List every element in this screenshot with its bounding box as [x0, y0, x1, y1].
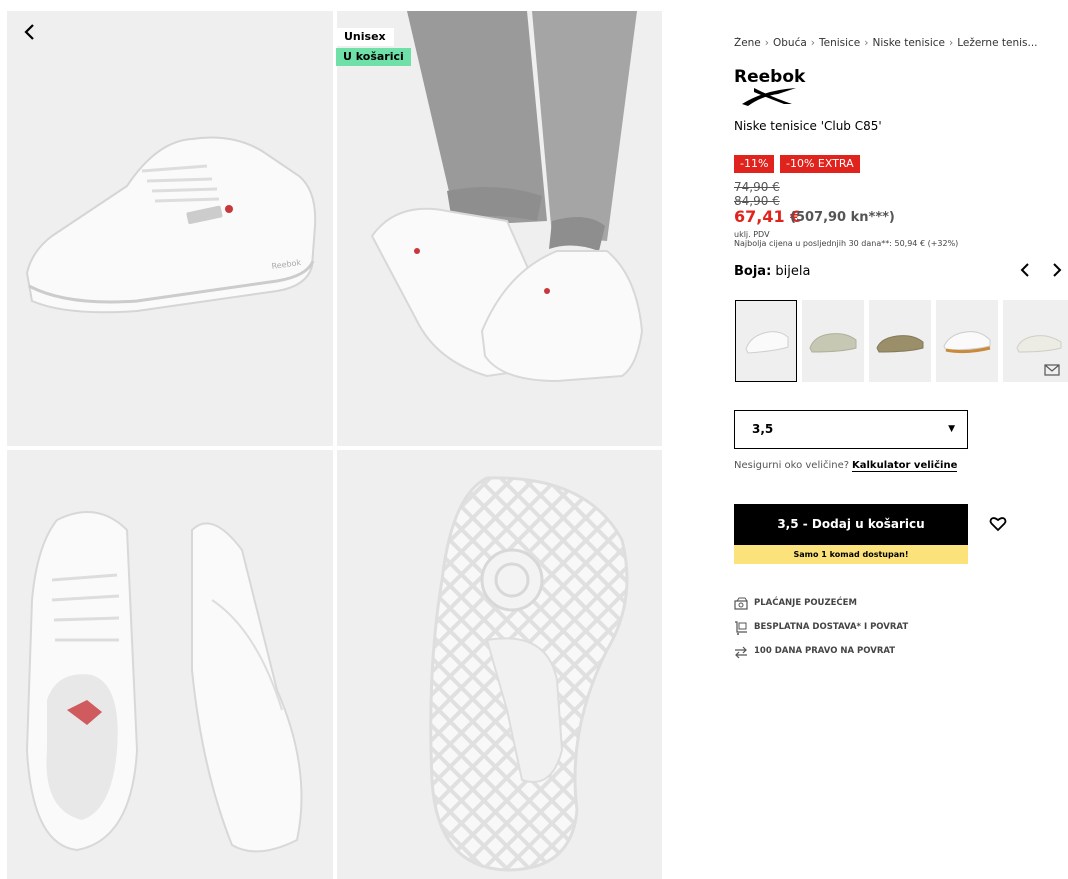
- color-prev-button[interactable]: [1018, 262, 1032, 282]
- chevron-left-icon: [1020, 263, 1029, 277]
- size-help-text: Nesigurni oko veličine?: [734, 460, 850, 471]
- size-calculator-link[interactable]: Kalkulator veličine: [852, 460, 958, 472]
- color-label-title: Boja:: [734, 264, 772, 279]
- breadcrumb: Žene › Obuća › Tenisice › Niske tenisice › Ležer…: [734, 37, 1038, 49]
- product-image-side[interactable]: Reebok: [7, 11, 333, 446]
- usp-return-policy: 100 DANA PRAVO NA POVRAT: [734, 645, 895, 662]
- color-swatch-khaki[interactable]: [869, 300, 931, 382]
- breadcrumb-item[interactable]: Obuća: [773, 37, 807, 49]
- color-next-button[interactable]: [1050, 262, 1064, 282]
- color-swatch-white[interactable]: [735, 300, 797, 382]
- in-cart-badge: U košarici: [336, 48, 411, 66]
- usp-label: BESPLATNA DOSTAVA* I POVRAT: [754, 622, 909, 632]
- product-image-sole[interactable]: [337, 450, 662, 879]
- extra-discount-badge: -10% EXTRA: [780, 155, 860, 173]
- size-select[interactable]: 3,5 ▼: [734, 410, 968, 449]
- lowest-price-note: Najbolja cijena u posljednjih 30 dana**:…: [734, 239, 959, 248]
- original-price: 84,90 €: [734, 194, 780, 208]
- color-swatch-white-gum[interactable]: [936, 300, 998, 382]
- product-gallery: Reebok: [7, 11, 662, 879]
- product-name: Niske tenisice 'Club C85': [734, 119, 882, 133]
- dropdown-caret-icon: ▼: [948, 424, 955, 434]
- usp-cash-on-delivery: PLAĆANJE POUZEĆEM: [734, 597, 857, 614]
- product-image-worn[interactable]: [337, 11, 662, 446]
- stock-note: Samo 1 komad dostupan!: [734, 545, 968, 564]
- wishlist-button[interactable]: [989, 516, 1007, 536]
- usp-label: PLAĆANJE POUZEĆEM: [754, 598, 857, 608]
- heart-icon: [989, 517, 1007, 532]
- svg-text:Reebok: Reebok: [734, 67, 806, 87]
- breadcrumb-item[interactable]: Tenisice: [819, 37, 860, 49]
- chevron-left-icon: [24, 24, 34, 40]
- unisex-badge: Unisex: [336, 28, 394, 46]
- mail-icon[interactable]: [1044, 361, 1060, 380]
- chevron-right-icon: [1053, 263, 1062, 277]
- usp-free-shipping: BESPLATNA DOSTAVA* I POVRAT: [734, 621, 908, 638]
- usp-label: 100 DANA PRAVO NA POVRAT: [754, 646, 896, 656]
- breadcrumb-item[interactable]: Žene: [734, 37, 761, 49]
- color-label: Boja: bijela: [734, 264, 810, 279]
- product-image-top[interactable]: [7, 450, 333, 879]
- color-swatch-sage[interactable]: [802, 300, 864, 382]
- price-kuna: (507,90 kn***): [790, 210, 895, 225]
- return-arrows-icon: [735, 646, 747, 659]
- breadcrumb-item[interactable]: Niske tenisice: [872, 37, 945, 49]
- cash-icon: [734, 597, 748, 610]
- old-price: 74,90 €: [734, 180, 780, 194]
- discount-badge: -11%: [734, 155, 775, 173]
- add-to-cart-button[interactable]: 3,5 - Dodaj u košaricu: [734, 504, 968, 545]
- back-button[interactable]: [20, 20, 40, 44]
- size-selected-value: 3,5: [752, 422, 774, 436]
- vat-note: uklj. PDV: [734, 230, 770, 239]
- color-value: bijela: [775, 264, 811, 279]
- breadcrumb-item[interactable]: Ležerne tenis...: [957, 37, 1037, 49]
- package-icon: [735, 621, 747, 635]
- brand-logo[interactable]: Reebok: [734, 66, 814, 112]
